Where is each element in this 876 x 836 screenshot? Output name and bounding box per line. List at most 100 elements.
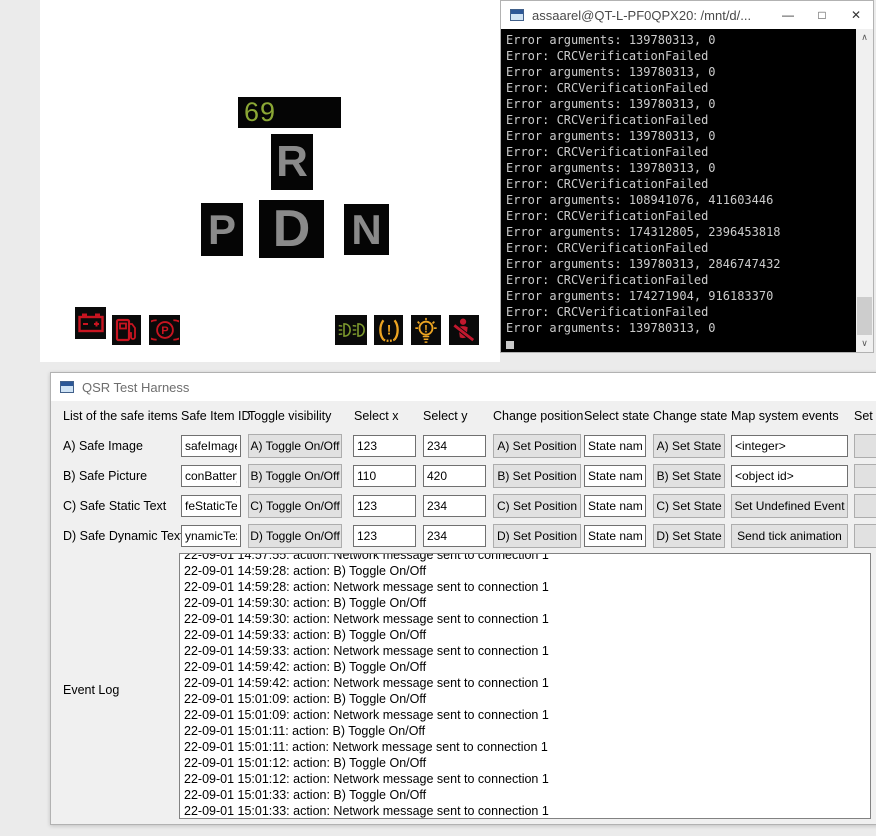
table-row-safe-picture: B) Safe Picture B) Toggle On/Off B) Set … xyxy=(51,464,876,490)
terminal-line: Error: CRCVerificationFailed xyxy=(506,176,856,192)
terminal-line: Error: CRCVerificationFailed xyxy=(506,48,856,64)
terminal-line: Error: CRCVerificationFailed xyxy=(506,144,856,160)
safe-item-id-input[interactable] xyxy=(181,435,241,457)
state-name-input[interactable] xyxy=(584,525,646,547)
safe-item-id-input[interactable] xyxy=(181,525,241,547)
event-log-line: 22-09-01 14:57:55: action: Network messa… xyxy=(184,553,866,563)
select-y-input[interactable] xyxy=(423,495,486,517)
terminal-scrollbar[interactable]: ∧ ∨ xyxy=(856,29,873,352)
set-state-button[interactable]: B) Set State xyxy=(653,464,725,488)
terminal-line: Error arguments: 139780313, 0 xyxy=(506,320,856,336)
qsr-window-icon xyxy=(60,381,74,393)
select-x-input[interactable] xyxy=(353,435,416,457)
set-side-button[interactable]: B xyxy=(854,464,876,488)
speed-display: 69 xyxy=(238,97,341,128)
safe-item-id-input[interactable] xyxy=(181,465,241,487)
row-label: D) Safe Dynamic Text xyxy=(63,529,184,543)
event-log-line: 22-09-01 15:01:09: action: Network messa… xyxy=(184,707,866,723)
set-side-button[interactable]: D) S xyxy=(854,524,876,548)
event-log-box[interactable]: 22-09-01 14:57:55: action: Network messa… xyxy=(179,553,871,819)
select-x-input[interactable] xyxy=(353,495,416,517)
terminal-line: Error arguments: 139780313, 0 xyxy=(506,64,856,80)
gear-indicator-p: P xyxy=(201,203,243,256)
terminal-line: Error: CRCVerificationFailed xyxy=(506,112,856,128)
terminal-line: Error arguments: 139780313, 0 xyxy=(506,96,856,112)
select-x-input[interactable] xyxy=(353,525,416,547)
terminal-line: Error arguments: 139780313, 0 xyxy=(506,160,856,176)
event-log-line: 22-09-01 14:59:30: action: B) Toggle On/… xyxy=(184,595,866,611)
svg-text:!: ! xyxy=(386,322,391,338)
terminal-line: Error: CRCVerificationFailed xyxy=(506,272,856,288)
event-log-line: 22-09-01 15:01:12: action: Network messa… xyxy=(184,771,866,787)
event-log-line: 22-09-01 15:01:33: action: Network messa… xyxy=(184,803,866,819)
state-name-input[interactable] xyxy=(584,435,646,457)
set-state-button[interactable]: D) Set State xyxy=(653,524,725,548)
set-undefined-event-button[interactable]: Set Undefined Event xyxy=(731,494,848,518)
event-log-line: 22-09-01 14:59:42: action: Network messa… xyxy=(184,675,866,691)
map-event-input[interactable] xyxy=(731,435,848,457)
state-name-input[interactable] xyxy=(584,495,646,517)
scrollbar-thumb[interactable] xyxy=(857,297,872,335)
row-label: C) Safe Static Text xyxy=(63,499,166,513)
event-log-line: 22-09-01 15:01:33: action: B) Toggle On/… xyxy=(184,787,866,803)
event-log-line: 22-09-01 14:59:33: action: Network messa… xyxy=(184,643,866,659)
select-x-input[interactable] xyxy=(353,465,416,487)
set-position-button[interactable]: C) Set Position xyxy=(493,494,581,518)
toggle-visibility-button[interactable]: C) Toggle On/Off xyxy=(248,494,342,518)
terminal-lines: Error arguments: 139780313, 0Error: CRCV… xyxy=(506,32,856,336)
qsr-titlebar[interactable]: QSR Test Harness xyxy=(51,373,876,401)
toggle-visibility-button[interactable]: D) Toggle On/Off xyxy=(248,524,342,548)
scroll-down-icon[interactable]: ∨ xyxy=(856,335,873,352)
gear-indicator-d: D xyxy=(259,200,324,258)
select-y-input[interactable] xyxy=(423,435,486,457)
scroll-up-icon[interactable]: ∧ xyxy=(856,29,873,46)
terminal-output: Error arguments: 139780313, 0Error: CRCV… xyxy=(501,29,856,352)
close-icon[interactable]: ✕ xyxy=(839,2,873,28)
set-state-button[interactable]: A) Set State xyxy=(653,434,725,458)
speed-value: 69 xyxy=(238,97,341,127)
map-event-input[interactable] xyxy=(731,465,848,487)
header-select-x: Select x xyxy=(354,409,398,423)
event-log-line: 22-09-01 14:59:33: action: B) Toggle On/… xyxy=(184,627,866,643)
header-safe-items: List of the safe items xyxy=(63,409,178,423)
terminal-line: Error arguments: 174312805, 2396453818 xyxy=(506,224,856,240)
set-position-button[interactable]: B) Set Position xyxy=(493,464,581,488)
event-log-line: 22-09-01 15:01:11: action: B) Toggle On/… xyxy=(184,723,866,739)
svg-text:P: P xyxy=(161,325,169,337)
state-name-input[interactable] xyxy=(584,465,646,487)
tire-pressure-warning-icon: ! xyxy=(374,315,403,345)
header-select-state: Select state xyxy=(584,409,649,423)
set-position-button[interactable]: D) Set Position xyxy=(493,524,581,548)
row-label: B) Safe Picture xyxy=(63,469,147,483)
terminal-title: assaarel@QT-L-PF0QPX20: /mnt/d/... xyxy=(532,8,771,23)
set-side-button[interactable]: C xyxy=(854,494,876,518)
toggle-visibility-button[interactable]: A) Toggle On/Off xyxy=(248,434,342,458)
set-side-button[interactable]: A) xyxy=(854,434,876,458)
send-tick-animation-button[interactable]: Send tick animation xyxy=(731,524,848,548)
header-change-position: Change position xyxy=(493,409,583,423)
safe-item-id-input[interactable] xyxy=(181,495,241,517)
terminal-line: Error arguments: 108941076, 411603446 xyxy=(506,192,856,208)
qsr-window-title: QSR Test Harness xyxy=(82,380,189,395)
terminal-line: Error arguments: 139780313, 0 xyxy=(506,32,856,48)
gear-indicator-r: R xyxy=(271,134,313,190)
maximize-icon[interactable]: □ xyxy=(805,2,839,28)
event-log-line: 22-09-01 15:01:09: action: B) Toggle On/… xyxy=(184,691,866,707)
terminal-cursor xyxy=(506,341,514,349)
table-row-safe-dynamic-text: D) Safe Dynamic Text D) Toggle On/Off D)… xyxy=(51,524,876,550)
minimize-icon[interactable]: — xyxy=(771,2,805,28)
event-log-label: Event Log xyxy=(63,683,119,697)
select-y-input[interactable] xyxy=(423,525,486,547)
header-set-side: Set s xyxy=(854,409,876,423)
set-state-button[interactable]: C) Set State xyxy=(653,494,725,518)
event-log-line: 22-09-01 15:01:11: action: Network messa… xyxy=(184,739,866,755)
qsr-test-harness-window: QSR Test Harness List of the safe items … xyxy=(50,372,876,825)
terminal-titlebar[interactable]: assaarel@QT-L-PF0QPX20: /mnt/d/... — □ ✕ xyxy=(501,1,873,29)
set-position-button[interactable]: A) Set Position xyxy=(493,434,581,458)
select-y-input[interactable] xyxy=(423,465,486,487)
terminal-line: Error: CRCVerificationFailed xyxy=(506,208,856,224)
parking-brake-icon: P xyxy=(149,315,180,345)
toggle-visibility-button[interactable]: B) Toggle On/Off xyxy=(248,464,342,488)
event-log-line: 22-09-01 14:59:28: action: B) Toggle On/… xyxy=(184,563,866,579)
terminal-line: Error: CRCVerificationFailed xyxy=(506,240,856,256)
